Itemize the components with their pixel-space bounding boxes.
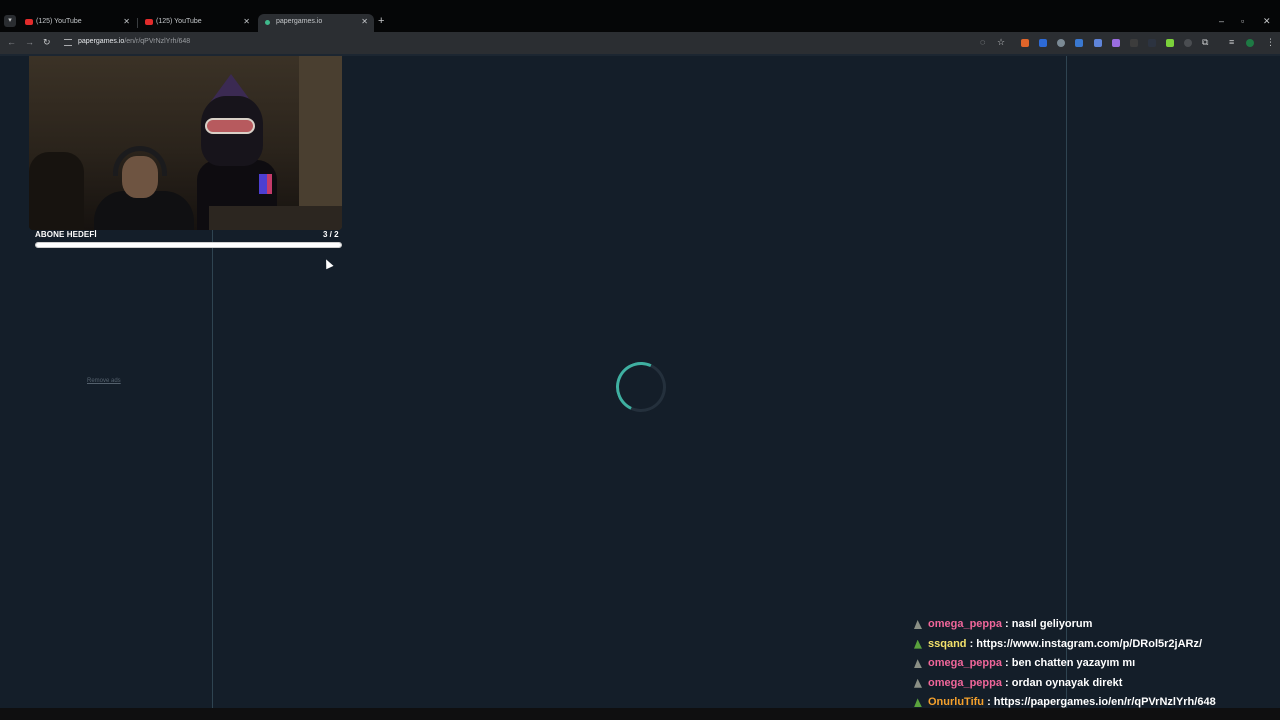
close-tab-icon[interactable]: ✕ — [361, 17, 368, 26]
browser-toolbar: ← → ↻ papergames.io/en/r/qPVrNzlYrh/648 … — [0, 32, 1280, 54]
subscriber-goal-fill — [36, 243, 341, 247]
chat-badge-icon — [914, 678, 922, 688]
browser-tab-strip: ▾ (125) YouTube ✕ (125) YouTube ✕ paperg… — [0, 0, 1280, 32]
tab-youtube-1[interactable]: (125) YouTube ✕ — [18, 14, 136, 32]
chat-line-text: omega_peppa : ben chatten yazayım mı — [928, 657, 1135, 669]
webcam-headset — [113, 146, 167, 176]
chat-line-text: ssqand : https://www.instagram.com/p/DRo… — [928, 638, 1202, 650]
url-path: /en/r/qPVrNzlYrh/648 — [124, 38, 191, 45]
webcam-background — [299, 56, 342, 230]
tab-youtube-2[interactable]: (125) YouTube ✕ — [138, 14, 256, 32]
chat-badge-icon — [914, 620, 922, 629]
chat-username: omega_peppa — [928, 618, 1002, 630]
extension-icon[interactable] — [1094, 39, 1102, 47]
mouse-cursor-icon — [322, 257, 334, 270]
chat-message: omega_peppa : ben chatten yazayım mı — [912, 655, 1280, 675]
chat-line-text: OnurluTifu : https://papergames.io/en/r/… — [928, 696, 1216, 708]
subscriber-goal-progress — [35, 242, 342, 248]
youtube-icon — [25, 19, 33, 25]
chat-message: ssqand : https://www.instagram.com/p/DRo… — [912, 636, 1280, 656]
chat-username: OnurluTifu — [928, 696, 985, 709]
tab-title: (125) YouTube — [156, 18, 202, 25]
subscriber-goal-label: ABONE HEDEFİ — [35, 230, 97, 239]
chat-line-text: omega_peppa : nasıl geliyorum — [928, 618, 1092, 630]
webcam-chair — [29, 152, 84, 230]
chat-message: omega_peppa : nasıl geliyorum — [912, 616, 1280, 636]
extension-icon[interactable] — [1166, 39, 1174, 47]
extension-icon[interactable] — [1075, 39, 1083, 47]
profile-avatar-icon[interactable] — [1246, 39, 1254, 47]
webcam-mascot-goggles — [205, 118, 255, 134]
back-icon[interactable]: ← — [7, 37, 16, 47]
new-tab-icon[interactable]: + — [378, 16, 384, 27]
tab-title: papergames.io — [276, 18, 323, 25]
page-content: ABONE HEDEFİ 3 / 2 Remove ads — [0, 56, 1280, 708]
webcam-overlay — [29, 56, 342, 230]
chat-badge-icon — [914, 639, 922, 649]
address-bar[interactable]: papergames.io/en/r/qPVrNzlYrh/648 — [78, 38, 190, 45]
papergames-icon — [265, 20, 270, 25]
loading-spinner-icon — [608, 354, 674, 420]
chat-message-text: : nasıl geliyorum — [1001, 618, 1093, 630]
restore-icon[interactable]: ▫ — [1241, 16, 1244, 26]
chat-message-text: : ordan oynayak direkt — [1001, 676, 1123, 689]
eye-off-icon[interactable]: ◌ — [980, 37, 985, 47]
tab-search-icon[interactable]: ▾ — [4, 15, 16, 27]
webcam-desk — [209, 206, 342, 230]
live-chat-overlay: omega_peppa : nasıl geliyorum ssqand : ht… — [912, 616, 1280, 714]
chat-message-text: : ben chatten yazayım mı — [1001, 657, 1136, 670]
youtube-icon — [145, 19, 153, 25]
chat-username: omega_peppa — [928, 676, 1002, 689]
chat-username: omega_peppa — [928, 657, 1002, 670]
reload-icon[interactable]: ↻ — [43, 37, 51, 47]
chat-badge-icon — [914, 698, 922, 708]
layout-divider-right — [1066, 56, 1067, 708]
url-host: papergames.io — [78, 38, 125, 45]
forward-icon[interactable]: → — [25, 37, 34, 47]
chat-badge-icon — [914, 659, 922, 669]
chat-line-text: omega_peppa : ordan oynayak direkt — [928, 677, 1122, 689]
window-close-icon[interactable]: ✕ — [1263, 16, 1271, 27]
subscriber-goal-count: 3 / 2 — [323, 230, 339, 239]
extension-icon[interactable] — [1039, 39, 1047, 47]
extension-icon[interactable] — [1021, 39, 1029, 47]
extension-icon[interactable] — [1130, 39, 1138, 47]
extension-icon[interactable] — [1184, 39, 1192, 47]
extension-icon[interactable] — [1112, 39, 1120, 47]
extensions-puzzle-icon[interactable]: ⧉ — [1202, 37, 1208, 47]
browser-menu-icon[interactable]: ⋮ — [1266, 37, 1275, 47]
bottom-edge — [0, 708, 1280, 720]
close-tab-icon[interactable]: ✕ — [123, 17, 130, 26]
close-tab-icon[interactable]: ✕ — [243, 17, 250, 26]
extension-icon[interactable] — [1148, 39, 1156, 47]
tab-papergames[interactable]: papergames.io ✕ — [258, 14, 374, 32]
webcam-microphone — [259, 174, 267, 194]
extension-icon[interactable] — [1057, 39, 1065, 47]
chat-message-text: : https://www.instagram.com/p/DRol5r2jAR… — [966, 637, 1203, 650]
site-info-icon[interactable] — [64, 39, 72, 46]
media-controls-icon[interactable]: ≡ — [1229, 37, 1234, 47]
bookmark-star-icon[interactable]: ☆ — [997, 37, 1005, 47]
tab-title: (125) YouTube — [36, 18, 82, 25]
remove-ads-link[interactable]: Remove ads — [87, 378, 121, 384]
chat-message-text: : https://papergames.io/en/r/qPVrNzlYrh/… — [984, 696, 1216, 709]
chat-message: omega_peppa : ordan oynayak direkt — [912, 675, 1280, 695]
chat-username: ssqand — [928, 637, 967, 650]
minimize-icon[interactable]: – — [1219, 16, 1224, 26]
